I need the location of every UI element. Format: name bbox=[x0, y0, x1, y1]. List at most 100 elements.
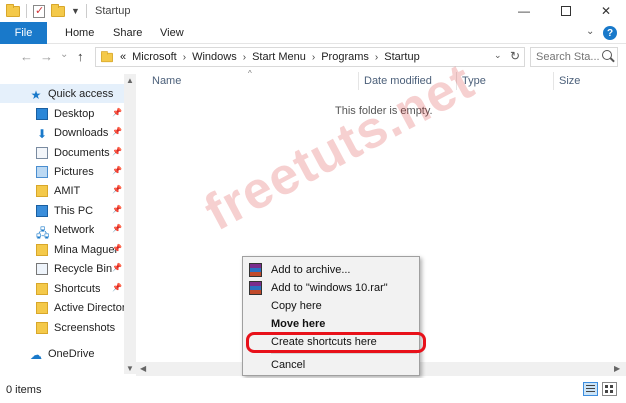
chevron-right-icon[interactable]: › bbox=[183, 52, 186, 63]
customize-toolbar-dropdown-icon[interactable]: ▼ bbox=[71, 6, 80, 16]
details-view-button[interactable] bbox=[583, 382, 598, 396]
desktop-icon bbox=[36, 107, 48, 120]
sidebar-item-pictures[interactable]: Pictures 📌 bbox=[0, 162, 124, 181]
new-folder-icon[interactable] bbox=[51, 3, 65, 17]
winrar-icon bbox=[249, 281, 262, 295]
tab-share[interactable]: Share bbox=[113, 27, 142, 39]
pin-icon[interactable]: 📌 bbox=[112, 263, 122, 272]
sidebar-item-downloads[interactable]: ⬇ Downloads 📌 bbox=[0, 123, 124, 142]
scroll-up-icon[interactable]: ▲ bbox=[126, 76, 134, 85]
column-header-name[interactable]: Name bbox=[152, 70, 181, 92]
sidebar-item-onedrive[interactable]: ☁ OneDrive bbox=[0, 344, 124, 363]
sidebar-item-screenshots[interactable]: Screenshots bbox=[0, 318, 124, 337]
title-bar: ▼ Startup — ✕ bbox=[0, 0, 626, 22]
sidebar-item-label: This PC bbox=[54, 204, 94, 217]
chevron-right-icon[interactable]: › bbox=[312, 52, 315, 63]
sidebar-item-desktop[interactable]: Desktop 📌 bbox=[0, 104, 124, 123]
sidebar-item-quick-access[interactable]: ★ Quick access bbox=[0, 84, 124, 103]
address-bar[interactable]: « Microsoft › Windows › Start Menu › Pro… bbox=[95, 47, 525, 67]
sidebar-item-network[interactable]: 🖧 Network 📌 bbox=[0, 220, 124, 240]
quick-access-toolbar: ▼ bbox=[6, 3, 87, 18]
menu-item-cancel[interactable]: Cancel bbox=[243, 356, 419, 374]
search-box[interactable] bbox=[530, 47, 618, 67]
tab-file[interactable]: File bbox=[0, 22, 47, 44]
pin-icon[interactable]: 📌 bbox=[112, 283, 122, 292]
menu-item-copy-here[interactable]: Copy here bbox=[243, 297, 419, 315]
column-header-type[interactable]: Type bbox=[462, 70, 486, 92]
sidebar-item-recycle-bin[interactable]: Recycle Bin 📌 bbox=[0, 259, 124, 278]
scroll-left-icon[interactable]: ◀ bbox=[140, 364, 146, 373]
menu-item-label: Add to "windows 10.rar" bbox=[271, 282, 388, 294]
pin-icon[interactable]: 📌 bbox=[112, 205, 122, 214]
folder-icon bbox=[36, 321, 48, 334]
network-icon: 🖧 bbox=[36, 225, 50, 240]
breadcrumb-item-microsoft[interactable]: Microsoft bbox=[132, 51, 177, 63]
tab-home[interactable]: Home bbox=[65, 27, 94, 39]
breadcrumb: « Microsoft › Windows › Start Menu › Pro… bbox=[120, 51, 420, 63]
menu-item-add-to-rar[interactable]: Add to "windows 10.rar" bbox=[243, 279, 419, 297]
pictures-icon bbox=[36, 165, 48, 178]
download-icon: ⬇ bbox=[36, 126, 48, 141]
sidebar-item-active-directory[interactable]: Active Directory bbox=[0, 298, 124, 317]
sidebar-item-mina-maguer[interactable]: Mina Maguer 📌 bbox=[0, 240, 124, 259]
chevron-right-icon[interactable]: › bbox=[375, 52, 378, 63]
up-button[interactable]: ↑ bbox=[77, 49, 84, 64]
address-dropdown-icon[interactable]: ⌄ bbox=[494, 50, 502, 61]
pin-icon[interactable]: 📌 bbox=[112, 127, 122, 136]
breadcrumb-overflow-icon[interactable]: « bbox=[120, 51, 126, 63]
chevron-right-icon[interactable]: › bbox=[243, 52, 246, 63]
folder-icon[interactable] bbox=[6, 3, 20, 17]
empty-folder-message: This folder is empty. bbox=[335, 105, 433, 117]
navigation-bar: ← → ⌄ ↑ « Microsoft › Windows › Start Me… bbox=[0, 44, 626, 70]
sidebar-item-label: Documents bbox=[54, 146, 110, 159]
pin-icon[interactable]: 📌 bbox=[112, 147, 122, 156]
menu-divider bbox=[271, 353, 417, 354]
recent-locations-icon[interactable]: ⌄ bbox=[60, 49, 68, 60]
forward-button[interactable]: → bbox=[40, 49, 53, 64]
breadcrumb-item-programs[interactable]: Programs bbox=[321, 51, 369, 63]
column-divider[interactable] bbox=[358, 72, 359, 90]
pin-icon[interactable]: 📌 bbox=[112, 185, 122, 194]
column-header-size[interactable]: Size bbox=[559, 70, 580, 92]
close-button[interactable]: ✕ bbox=[586, 0, 626, 22]
column-divider[interactable] bbox=[553, 72, 554, 90]
maximize-button[interactable] bbox=[546, 0, 586, 22]
maximize-icon bbox=[561, 6, 571, 16]
help-icon[interactable]: ? bbox=[603, 26, 617, 40]
menu-item-move-here[interactable]: Move here bbox=[243, 315, 419, 333]
computer-icon bbox=[36, 204, 48, 217]
breadcrumb-item-start-menu[interactable]: Start Menu bbox=[252, 51, 306, 63]
sidebar-item-label: Recycle Bin bbox=[54, 262, 113, 275]
pin-icon[interactable]: 📌 bbox=[112, 108, 122, 117]
search-icon[interactable] bbox=[602, 50, 612, 60]
expand-ribbon-icon[interactable]: ⌄ bbox=[586, 26, 594, 37]
large-icons-view-button[interactable] bbox=[602, 382, 617, 396]
menu-item-label: Add to archive... bbox=[271, 264, 351, 276]
pin-icon[interactable]: 📌 bbox=[112, 224, 122, 233]
pin-icon[interactable]: 📌 bbox=[112, 244, 122, 253]
sidebar-item-label: Pictures bbox=[54, 165, 94, 178]
sidebar-item-amit[interactable]: AMIT 📌 bbox=[0, 181, 124, 200]
scroll-down-icon[interactable]: ▼ bbox=[126, 364, 134, 373]
minimize-button[interactable]: — bbox=[504, 0, 544, 22]
sidebar-item-label: Network bbox=[54, 223, 95, 236]
folder-icon bbox=[36, 184, 48, 197]
sidebar-item-documents[interactable]: Documents 📌 bbox=[0, 143, 124, 162]
properties-icon[interactable] bbox=[33, 4, 45, 18]
sidebar-item-label: Screenshots bbox=[54, 321, 116, 334]
nav-pane-scrollbar[interactable]: ▲ ▼ bbox=[124, 74, 136, 374]
column-divider[interactable] bbox=[456, 72, 457, 90]
back-button[interactable]: ← bbox=[20, 49, 33, 64]
scroll-right-icon[interactable]: ▶ bbox=[614, 364, 620, 373]
sidebar-item-this-pc[interactable]: This PC 📌 bbox=[0, 201, 124, 220]
column-header-date-modified[interactable]: Date modified bbox=[364, 70, 432, 92]
tab-view[interactable]: View bbox=[160, 27, 184, 39]
menu-item-add-to-archive[interactable]: Add to archive... bbox=[243, 261, 419, 279]
refresh-icon[interactable]: ↻ bbox=[510, 49, 520, 63]
close-icon: ✕ bbox=[600, 4, 612, 18]
breadcrumb-item-startup[interactable]: Startup bbox=[384, 51, 419, 63]
pin-icon[interactable]: 📌 bbox=[112, 166, 122, 175]
search-input[interactable] bbox=[536, 48, 604, 66]
breadcrumb-item-windows[interactable]: Windows bbox=[192, 51, 237, 63]
sidebar-item-shortcuts[interactable]: Shortcuts 📌 bbox=[0, 279, 124, 298]
